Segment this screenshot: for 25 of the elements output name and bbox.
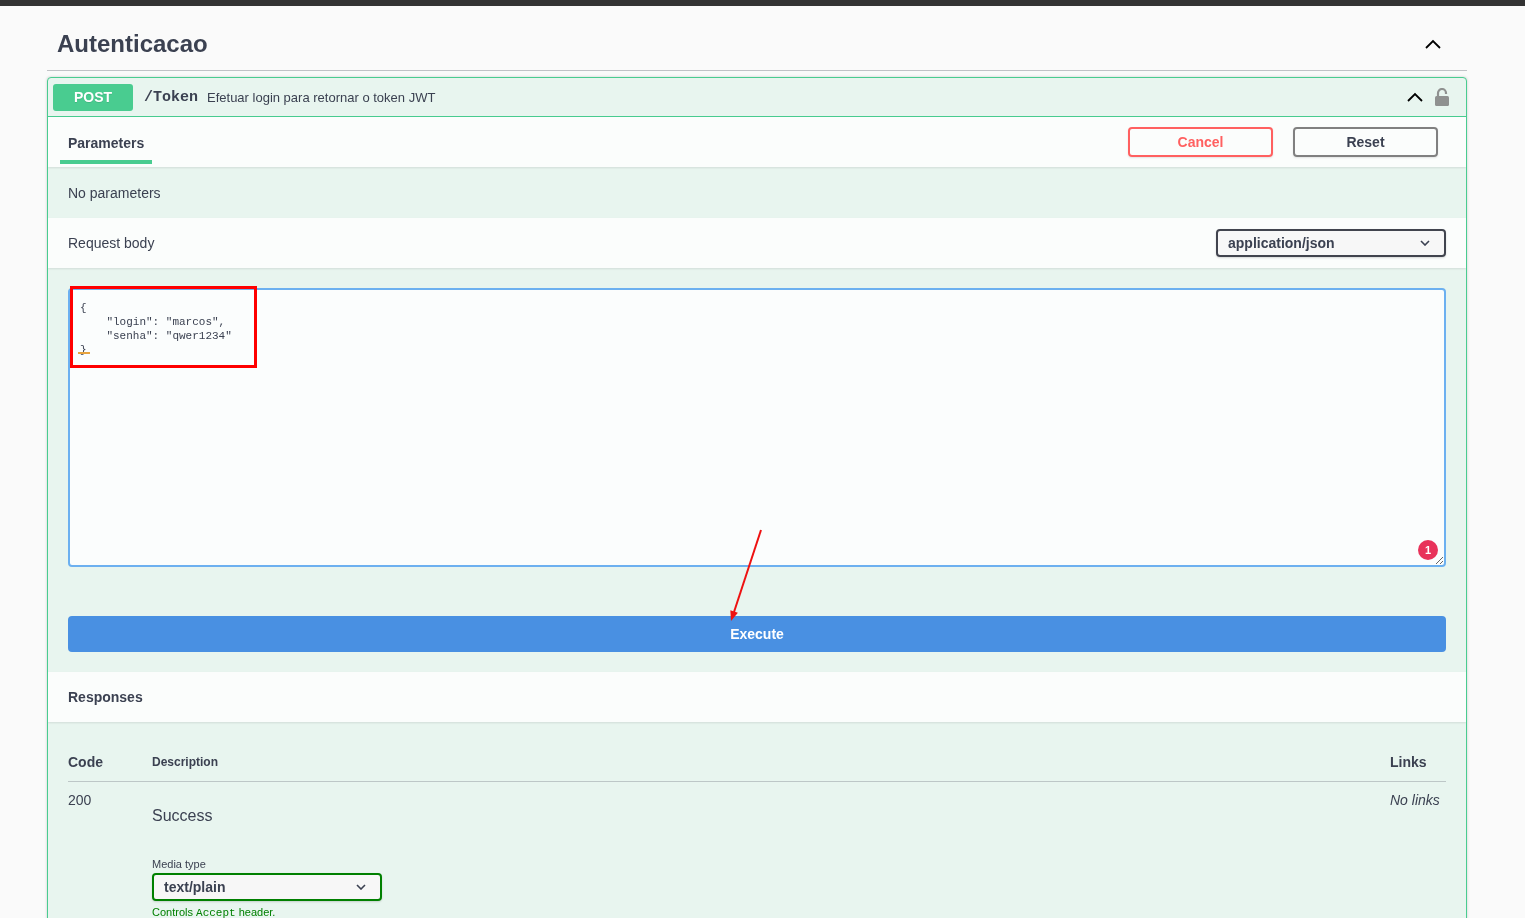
section-title: Autenticacao [57,30,208,58]
media-type-label: Media type [152,857,206,871]
parameters-tab[interactable]: Parameters [60,117,153,164]
content-type-select[interactable]: application/json [1216,229,1446,257]
response-code: 200 [68,792,92,808]
no-links-text: No links [1390,792,1440,808]
section-header[interactable]: Autenticacao [47,6,1467,71]
column-header: Description [152,754,218,769]
caret-icon [1420,240,1430,246]
chevron-up-icon [1407,92,1423,102]
column-header: Links [1390,753,1427,770]
caret-icon [356,884,366,890]
reset-button[interactable]: Reset [1293,127,1438,157]
request-body-label: Request body [68,235,155,251]
spellcheck-underline [78,352,90,354]
media-type-select[interactable]: text/plain [152,873,382,901]
endpoint-path: /Token [144,88,198,106]
response-description: Success [152,807,213,825]
endpoint-description: Efetuar login para retornar o token JWT [207,89,436,105]
chevron-up-icon [1425,39,1441,49]
column-header: Code [68,753,103,770]
responses-title: Responses [68,689,143,705]
no-parameters-text: No parameters [68,184,161,201]
method-badge: POST [53,83,133,111]
media-type-hint: Controls Accept header. [152,905,276,918]
